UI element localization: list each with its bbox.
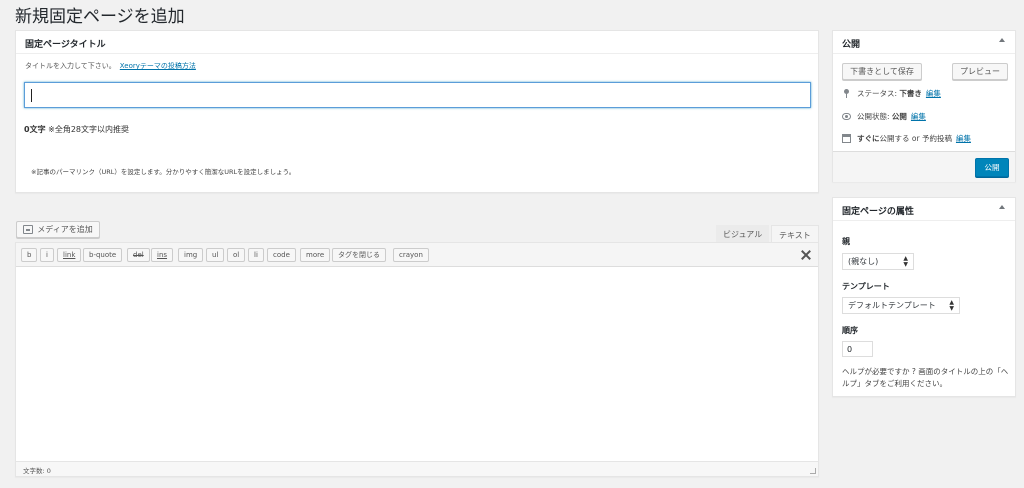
help-text: ヘルプが必要ですか ? 画面のタイトルの上の「ヘルプ」タブをご利用ください。 xyxy=(842,367,1009,388)
template-select[interactable]: デフォルトテンプレート ▲ ▼ xyxy=(842,297,960,314)
visibility-label: 公開状態: xyxy=(857,112,890,121)
eye-icon xyxy=(842,113,851,120)
pin-icon xyxy=(842,89,851,98)
status-value: 下書き xyxy=(899,89,922,98)
parent-select-value: (親なし) xyxy=(848,257,879,266)
publish-box: 公開 下書きとして保存 プレビュー ステータス: 下書き 編集 公開状態: 公開編… xyxy=(832,30,1016,182)
save-draft-button[interactable]: 下書きとして保存 xyxy=(842,63,922,80)
visibility-value: 公開 xyxy=(891,112,907,121)
title-box: 固定ページタイトル タイトルを入力して下さい。 Xeoryテーマの投稿方法 0文字… xyxy=(15,30,819,193)
collapse-attributes-icon[interactable] xyxy=(999,205,1005,209)
qt-italic-button[interactable]: i xyxy=(40,248,54,262)
page-title: 新規固定ページを追加 xyxy=(15,7,185,27)
character-count-note: ※全角28文字以内推奨 xyxy=(48,125,130,134)
quicktags-toolbar: b i link b-quote del ins img ul ol li co… xyxy=(16,243,818,267)
qt-code-button[interactable]: code xyxy=(267,248,296,262)
add-media-button[interactable]: メディアを追加 xyxy=(16,221,100,238)
qt-img-button[interactable]: img xyxy=(178,248,204,262)
schedule-row: すぐに 公開する or 予約投稿 編集 xyxy=(842,133,971,144)
media-icon xyxy=(23,225,34,234)
order-input[interactable]: 0 xyxy=(842,341,873,357)
theme-guide-link[interactable]: Xeoryテーマの投稿方法 xyxy=(120,62,196,70)
qt-del-button[interactable]: del xyxy=(127,248,150,262)
title-box-heading: 固定ページタイトル xyxy=(16,31,818,54)
add-media-label: メディアを追加 xyxy=(37,225,93,234)
page-attributes-box: 固定ページの属性 親 (親なし) ▲ ▼ テンプレート デフォルトテンプレート ▲… xyxy=(832,197,1016,397)
select-arrows-icon: ▲ ▼ xyxy=(903,254,908,268)
text-caret xyxy=(31,89,32,102)
visibility-row: 公開状態: 公開 編集 xyxy=(842,111,926,122)
qt-crayon-button[interactable]: crayon xyxy=(393,248,429,262)
status-row: ステータス: 下書き 編集 xyxy=(842,88,941,99)
publish-button[interactable]: 公開 xyxy=(975,158,1009,177)
qt-ins-button[interactable]: ins xyxy=(151,248,174,262)
qt-close-tags-button[interactable]: タグを閉じる xyxy=(332,248,386,262)
preview-button[interactable]: プレビュー xyxy=(952,63,1008,80)
template-select-value: デフォルトテンプレート xyxy=(848,301,936,310)
attributes-heading: 固定ページの属性 xyxy=(833,198,1015,221)
template-label: テンプレート xyxy=(842,282,890,291)
qt-link-button[interactable]: link xyxy=(57,248,82,262)
title-input[interactable] xyxy=(24,82,811,108)
parent-label: 親 xyxy=(842,237,850,246)
editor-status-bar: 文字数: 0 xyxy=(16,461,818,476)
title-hint-text: タイトルを入力して下さい。 xyxy=(25,62,116,70)
schedule-edit-link[interactable]: 編集 xyxy=(956,133,971,144)
collapse-publish-icon[interactable] xyxy=(999,38,1005,42)
resize-handle[interactable] xyxy=(810,468,816,474)
qt-ul-button[interactable]: ul xyxy=(206,248,225,262)
content-editor: b i link b-quote del ins img ul ol li co… xyxy=(15,242,819,477)
qt-li-button[interactable]: li xyxy=(248,248,264,262)
attributes-heading-text: 固定ページの属性 xyxy=(842,207,914,217)
permalink-note: ※記事のパーマリンク（URL）を設定します。分かりやすく簡潔なURLを設定しまし… xyxy=(31,168,296,176)
editor-textarea[interactable] xyxy=(16,267,818,463)
qt-blockquote-button[interactable]: b-quote xyxy=(83,248,123,262)
character-count-number: 0文字 xyxy=(24,125,46,134)
status-label: ステータス: xyxy=(857,89,898,98)
calendar-icon xyxy=(842,134,851,143)
qt-more-button[interactable]: more xyxy=(300,248,331,262)
select-arrows-icon: ▲ ▼ xyxy=(949,298,954,312)
word-count: 文字数: 0 xyxy=(23,467,51,475)
parent-select[interactable]: (親なし) ▲ ▼ xyxy=(842,253,914,270)
qt-bold-button[interactable]: b xyxy=(21,248,38,262)
title-hint: タイトルを入力して下さい。 Xeoryテーマの投稿方法 xyxy=(25,61,196,71)
character-count: 0文字 ※全角28文字以内推奨 xyxy=(24,124,129,135)
qt-ol-button[interactable]: ol xyxy=(227,248,246,262)
schedule-immediately: すぐに xyxy=(857,134,880,143)
order-label: 順序 xyxy=(842,326,858,335)
fullscreen-icon[interactable] xyxy=(801,250,811,260)
schedule-text: 公開する or 予約投稿 xyxy=(879,134,952,143)
status-edit-link[interactable]: 編集 xyxy=(926,88,941,99)
publish-heading-text: 公開 xyxy=(842,40,861,50)
visibility-edit-link[interactable]: 編集 xyxy=(911,111,926,122)
publish-heading: 公開 xyxy=(833,31,1015,54)
